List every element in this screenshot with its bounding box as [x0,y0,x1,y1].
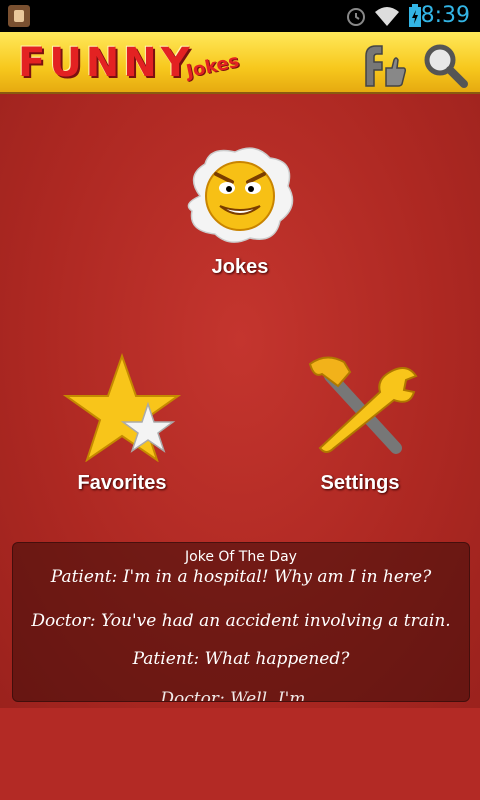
menu-favorites[interactable]: Favorites [52,352,192,495]
clock: 8:39 [420,3,470,28]
menu-settings-label: Settings [320,472,400,494]
logo-main-text: FUNNY [18,40,194,86]
joke-line: Doctor: Well, I'm... [160,689,322,702]
joke-line: Doctor: You've had an accident involving… [31,611,451,631]
alarm-icon [347,8,365,26]
joke-line: Patient: I'm in a hospital! Why am I in … [50,567,432,587]
menu-jokes[interactable]: Jokes [175,146,305,279]
menu-favorites-label: Favorites [77,472,167,494]
status-bar: 8:39 [0,0,480,32]
menu-settings[interactable]: Settings [290,352,430,495]
notification-icon [8,5,30,27]
bottom-area [0,708,480,800]
star-icon [62,352,182,463]
search-button[interactable] [420,40,470,90]
tools-icon [308,356,418,454]
joke-of-the-day-panel[interactable]: Joke Of The Day Patient: I'm in a hospit… [12,542,470,702]
menu-jokes-label: Jokes [211,256,269,278]
facebook-like-icon [365,45,407,87]
wifi-icon [375,7,399,26]
smiley-face-icon [187,147,294,243]
facebook-like-button[interactable] [360,40,410,90]
joke-line: Patient: What happened? [132,649,350,669]
joke-of-the-day-title: Joke Of The Day [185,549,297,565]
search-icon [424,44,468,88]
app-header: FUNNY Jokes [0,32,480,94]
